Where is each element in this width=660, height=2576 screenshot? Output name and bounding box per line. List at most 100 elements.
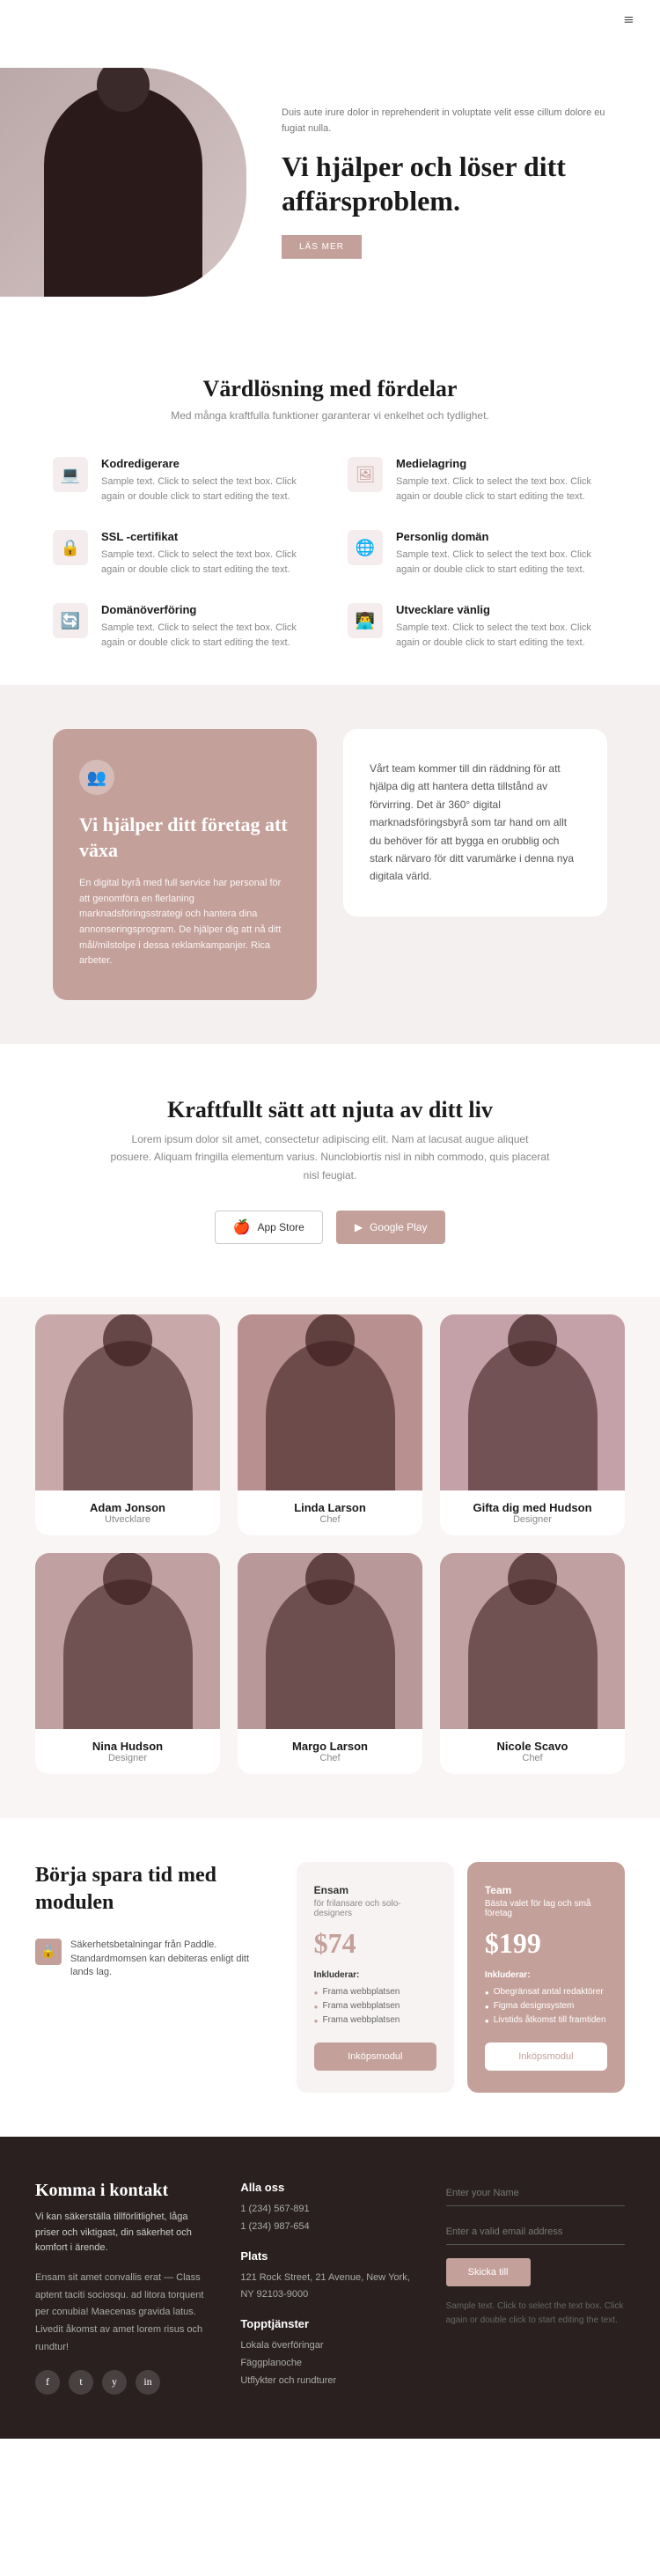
feature-title: SSL -certifikat — [101, 530, 312, 543]
feature-item: 🖼 Medielagring Sample text. Click to sel… — [348, 457, 607, 504]
features-section: Värdlösning med fördelar Med många kraft… — [0, 323, 660, 685]
feature-item: 👨‍💻 Utvecklare vänlig Sample text. Click… — [348, 603, 607, 650]
pricing-card: Ensam för frilansare och solo-designers … — [297, 1862, 454, 2093]
team-role: Designer — [46, 1753, 209, 1763]
feature-title: Medielagring — [396, 457, 607, 470]
contact-phones: 1 (234) 567-891 1 (234) 987-654 — [240, 2201, 419, 2236]
social-t-icon[interactable]: t — [69, 2370, 93, 2395]
apple-icon: 🍎 — [233, 1218, 251, 1236]
location-title: Plats — [240, 2249, 419, 2263]
feature-icon: 🖼 — [348, 457, 383, 492]
feature-icon: 💻 — [53, 457, 88, 492]
team-name: Nina Hudson — [46, 1740, 209, 1753]
feature-title: Domänöverföring — [101, 603, 312, 616]
feature-title: Personlig domän — [396, 530, 607, 543]
contact-desc: Vi kan säkerställa tillförlitlighet, låg… — [35, 2210, 214, 2256]
feature-text: Sample text. Click to select the text bo… — [396, 548, 607, 577]
pricing-section: Börja spara tid med modulen 🔒 Säkerhetsb… — [0, 1818, 660, 2137]
pricing-plan-desc: för frilansare och solo-designers — [314, 1899, 436, 1918]
hero-section: Duis aute irure dolor in reprehenderit i… — [0, 41, 660, 323]
pricing-includes: Inkluderar: — [314, 1970, 436, 1980]
feature-text: Sample text. Click to select the text bo… — [396, 475, 607, 504]
team-role: Chef — [248, 1514, 412, 1525]
team-card: Nina Hudson Designer — [35, 1553, 220, 1774]
hero-cta-button[interactable]: LÄS MER — [282, 235, 362, 259]
grow-info-text: Vårt team kommer till din räddning för a… — [370, 760, 581, 886]
grow-card-text: En digital byrå med full service har per… — [79, 876, 290, 969]
hero-image — [0, 68, 246, 297]
feature-text: Sample text. Click to select the text bo… — [101, 621, 312, 650]
pricing-plan-desc: Bästa valet för lag och små företag — [485, 1899, 607, 1918]
team-role: Utvecklare — [46, 1514, 209, 1525]
services-title: Topptjänster — [240, 2317, 419, 2330]
features-title: Värdlösning med fördelar — [53, 376, 607, 402]
contact-title: Komma i kontakt — [35, 2181, 214, 2201]
pricing-item: Frama webbplatsen — [314, 1987, 436, 1997]
pricing-card: Team Bästa valet för lag och små företag… — [467, 1862, 625, 2093]
team-name: Linda Larson — [248, 1501, 412, 1514]
feature-title: Utvecklare vänlig — [396, 603, 607, 616]
googleplay-label: Google Play — [370, 1221, 427, 1233]
app-title: Kraftfullt sätt att njuta av ditt liv — [53, 1097, 607, 1123]
team-role: Designer — [451, 1514, 614, 1525]
social-f-icon[interactable]: f — [35, 2370, 60, 2395]
about-title: Alla oss — [240, 2181, 419, 2194]
grow-section: 👥 Vi hjälper ditt företag att växa En di… — [0, 685, 660, 1044]
googleplay-button[interactable]: ▶ Google Play — [336, 1211, 446, 1244]
pricing-buy-button[interactable]: Inköpsmodul — [485, 2042, 607, 2071]
appstore-button[interactable]: 🍎 App Store — [215, 1211, 323, 1244]
pricing-item: Figma designsystem — [485, 2001, 607, 2011]
google-icon: ▶ — [355, 1221, 363, 1233]
team-card: Margo Larson Chef — [238, 1553, 422, 1774]
feature-title: Kodredigerare — [101, 457, 312, 470]
contact-address: 121 Rock Street, 21 Avenue, New York, NY… — [240, 2270, 419, 2305]
contact-submit-button[interactable]: Skicka till — [446, 2258, 531, 2286]
pricing-includes: Inkluderar: — [485, 1970, 607, 1980]
feature-item: 🔄 Domänöverföring Sample text. Click to … — [53, 603, 312, 650]
team-name: Adam Jonson — [46, 1501, 209, 1514]
feature-icon: 🔄 — [53, 603, 88, 638]
team-role: Chef — [248, 1753, 412, 1763]
app-section: Kraftfullt sätt att njuta av ditt liv Lo… — [0, 1044, 660, 1297]
pricing-item: Frama webbplatsen — [314, 2001, 436, 2011]
contact-section: Komma i kontakt Vi kan säkerställa tillf… — [0, 2137, 660, 2439]
team-card: Gifta dig med Hudson Designer — [440, 1314, 625, 1535]
menu-icon[interactable]: ≡ — [624, 11, 634, 31]
pricing-buy-button[interactable]: Inköpsmodul — [314, 2042, 436, 2071]
social-in-icon[interactable]: in — [136, 2370, 160, 2395]
feature-icon: 🔒 — [53, 530, 88, 565]
service-item[interactable]: Fäggplanoche — [240, 2355, 419, 2373]
feature-icon: 👨‍💻 — [348, 603, 383, 638]
team-card: Adam Jonson Utvecklare — [35, 1314, 220, 1535]
contact-name-input[interactable] — [446, 2181, 625, 2206]
grow-card-title: Vi hjälper ditt företag att växa — [79, 813, 290, 863]
contact-footnote: Sample text. Click to select the text bo… — [446, 2300, 625, 2328]
contact-email-input[interactable] — [446, 2219, 625, 2245]
hero-subtitle: Duis aute irure dolor in reprehenderit i… — [282, 106, 625, 136]
pricing-plan-name: Ensam — [314, 1884, 436, 1896]
team-name: Nicole Scavo — [451, 1740, 614, 1753]
social-y-icon[interactable]: y — [102, 2370, 127, 2395]
team-role: Chef — [451, 1753, 614, 1763]
team-section: Adam Jonson Utvecklare Linda Larson Chef… — [0, 1297, 660, 1818]
hero-title: Vi hjälper och löser ditt affärsproblem. — [282, 150, 625, 217]
grow-info: Vårt team kommer till din räddning för a… — [343, 729, 607, 916]
team-card: Nicole Scavo Chef — [440, 1553, 625, 1774]
pricing-item: Obegränsat antal redaktörer — [485, 1987, 607, 1997]
pricing-feature-icon: 🔒 — [35, 1939, 62, 1965]
pricing-feature-text: Säkerhetsbetalningar från Paddle. Standa… — [70, 1939, 270, 1979]
grow-card-icon: 👥 — [79, 760, 114, 795]
team-card: Linda Larson Chef — [238, 1314, 422, 1535]
service-item[interactable]: Utflykter och rundturer — [240, 2373, 419, 2390]
pricing-price: $74 — [314, 1927, 436, 1960]
features-subtitle: Med många kraftfulla funktioner garanter… — [53, 409, 607, 422]
feature-text: Sample text. Click to select the text bo… — [101, 475, 312, 504]
feature-item: 🌐 Personlig domän Sample text. Click to … — [348, 530, 607, 577]
feature-icon: 🌐 — [348, 530, 383, 565]
team-name: Gifta dig med Hudson — [451, 1501, 614, 1514]
service-item[interactable]: Lokala överföringar — [240, 2337, 419, 2355]
feature-text: Sample text. Click to select the text bo… — [396, 621, 607, 650]
contact-body-text: Ensam sit amet convallis erat — Class ap… — [35, 2270, 214, 2357]
pricing-item: Frama webbplatsen — [314, 2015, 436, 2025]
pricing-item: Livstids åtkomst till framtiden — [485, 2015, 607, 2025]
